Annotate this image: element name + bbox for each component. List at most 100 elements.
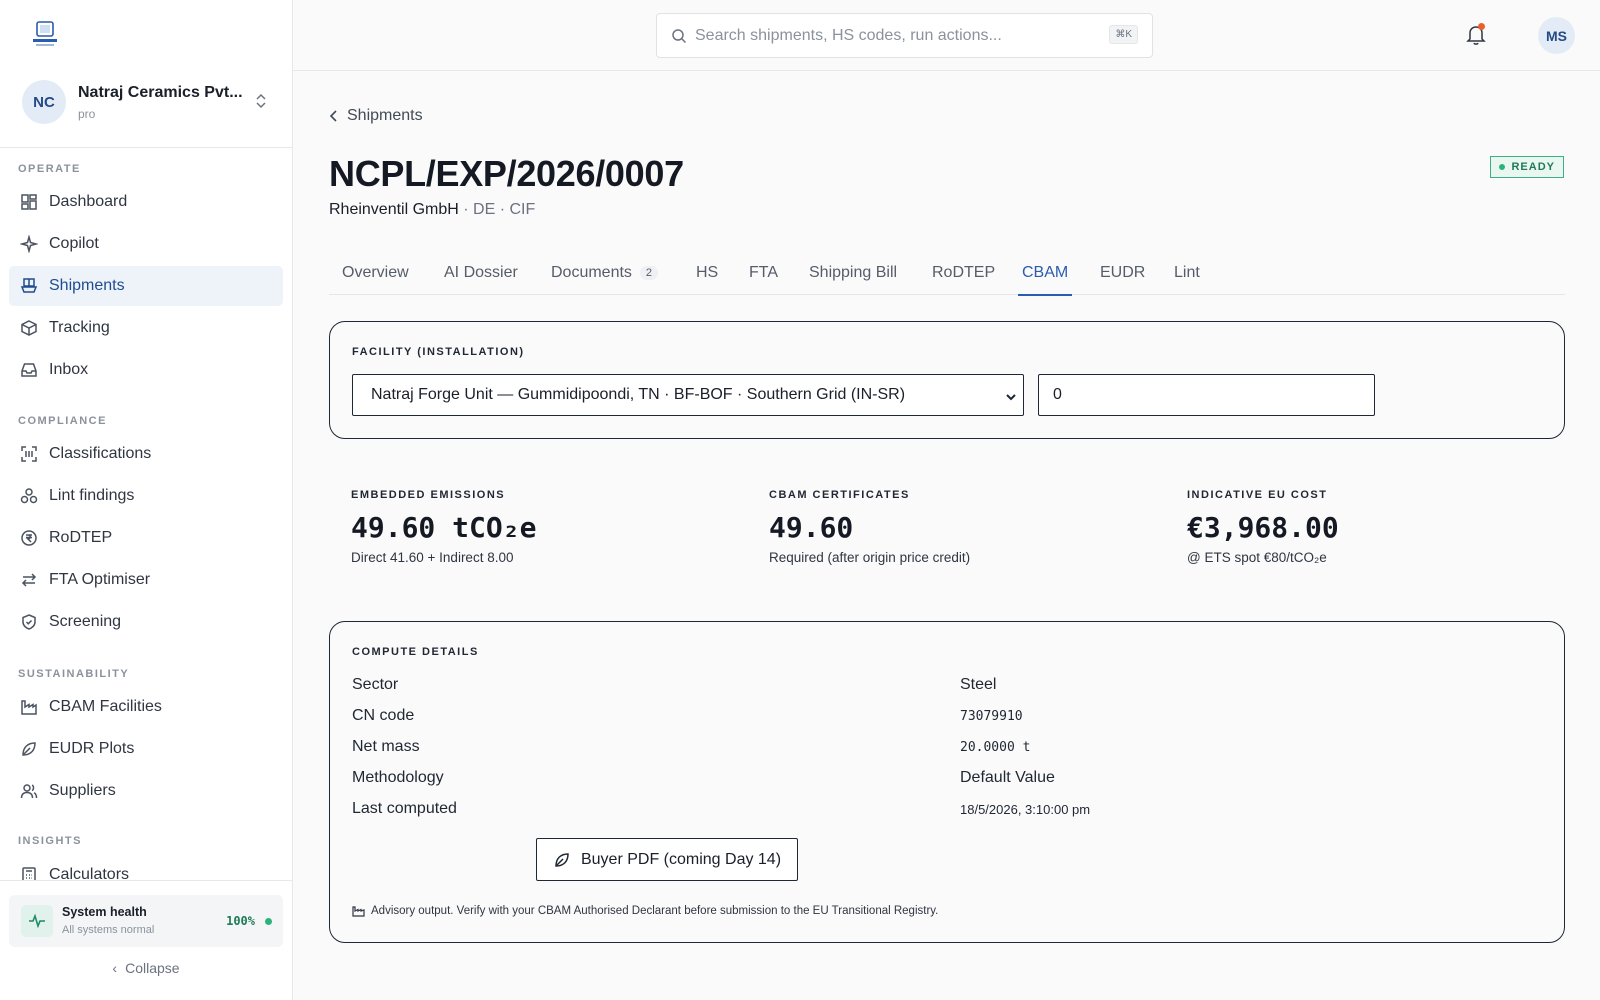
group-label-insights: INSIGHTS [18,835,82,847]
sidebar-item-lint-findings[interactable]: Lint findings [9,476,283,516]
metric-value: 49.60 [769,511,854,544]
sidebar-item-label: Calculators [49,866,130,880]
buyer-pdf-button[interactable]: Buyer PDF (coming Day 14) [536,838,798,881]
search-input[interactable]: Search shipments, HS codes, run actions.… [656,13,1153,58]
org-plan: pro [78,107,96,121]
sidebar-item-tracking[interactable]: Tracking [9,308,283,348]
sidebar-item-label: Classifications [49,445,152,462]
metric-label: INDICATIVE EU COST [1187,489,1328,501]
group-label-compliance: COMPLIANCE [18,415,107,427]
tab-fta[interactable]: FTA [749,251,778,295]
facility-quantity-input[interactable]: 0 [1038,374,1375,416]
org-avatar: NC [22,80,66,124]
sidebar-item-copilot[interactable]: Copilot [9,224,283,264]
calculator-icon [20,866,38,880]
sidebar-item-label: Screening [49,613,122,630]
tab-hs[interactable]: HS [696,251,718,295]
arrows-icon [20,571,38,589]
sidebar-item-calculators[interactable]: Calculators [9,854,283,880]
detail-value: 18/5/2026, 3:10:00 pm [960,802,1091,817]
shipment-meta: · DE · CIF [458,201,536,218]
system-health[interactable]: System health All systems normal 100% [9,895,283,947]
advisory-text: Advisory output. Verify with your CBAM A… [371,905,939,917]
tab-label: Documents [551,264,632,281]
sidebar-item-classifications[interactable]: Classifications [9,434,283,474]
tab-shipping-bill[interactable]: Shipping Bill [809,251,897,295]
collapse-label: Collapse [125,960,180,976]
facility-selected-value: Natraj Forge Unit — Gummidipoondi, TN · … [371,386,906,403]
sidebar-item-cbam-facilities[interactable]: CBAM Facilities [9,687,283,727]
advisory-note: Advisory output. Verify with your CBAM A… [352,905,938,917]
pulse-icon [21,905,53,937]
tab-overview[interactable]: Overview [342,251,409,295]
tab-ai-dossier[interactable]: AI Dossier [444,251,518,295]
sidebar-item-eudr-plots[interactable]: EUDR Plots [9,729,283,769]
compute-details-card: COMPUTE DETAILS Sector Steel CN code 730… [329,621,1565,943]
scan-icon [20,445,38,463]
app-logo[interactable] [30,20,60,48]
metric-subtext: Required (after origin price credit) [769,550,971,565]
chevron-left-icon [329,110,337,122]
search-placeholder: Search shipments, HS codes, run actions.… [695,27,1002,44]
sidebar-item-label: Suppliers [49,782,116,799]
detail-value: 20.0000 t [960,740,1031,755]
tab-eudr[interactable]: EUDR [1100,251,1145,295]
tab-lint[interactable]: Lint [1174,251,1200,295]
tab-cbam[interactable]: CBAM [1017,251,1073,296]
inbox-icon [20,361,38,379]
sidebar-item-label: Copilot [49,235,99,252]
detail-value: 73079910 [960,709,1023,724]
sidebar-item-suppliers[interactable]: Suppliers [9,771,283,811]
factory-icon [20,698,38,716]
sidebar: NC Natraj Ceramics Pvt... pro OPERATE Da… [0,0,293,1000]
metrics-row: EMBEDDED EMISSIONS 49.60 tCO₂e Direct 41… [351,489,1551,589]
facility-label: FACILITY (INSTALLATION) [352,346,525,358]
leaf-icon [20,740,38,758]
detail-value: Steel [960,676,997,693]
group-label-sustainability: SUSTAINABILITY [18,668,130,680]
org-name: Natraj Ceramics Pvt... [78,84,243,101]
facility-select[interactable]: Natraj Forge Unit — Gummidipoondi, TN · … [352,374,1024,416]
sidebar-item-inbox[interactable]: Inbox [9,350,283,390]
sidebar-item-rodtep[interactable]: RoDTEP [9,518,283,558]
metric-subtext: @ ETS spot €80/tCO₂e [1187,550,1327,565]
sidebar-item-label: Tracking [49,319,110,336]
topbar: Search shipments, HS codes, run actions.… [293,0,1600,71]
metric-value: €3,968.00 [1187,511,1339,544]
sparkle-icon [20,235,38,253]
page-subtitle: Rheinventil GmbH · DE · CIF [329,201,535,219]
breadcrumb[interactable]: Shipments [329,107,423,125]
shield-icon [20,613,38,631]
leaf-icon [555,852,569,867]
sidebar-item-fta-optimiser[interactable]: FTA Optimiser [9,560,283,600]
collapse-button[interactable]: ‹ Collapse [0,960,292,976]
detail-key: Sector [352,676,399,693]
tab-documents[interactable]: Documents 2 [551,251,659,295]
currency-icon [20,529,38,547]
notifications-button[interactable] [1466,23,1486,51]
breadcrumb-label: Shipments [347,107,423,124]
metric-subtext: Direct 41.60 + Indirect 8.00 [351,550,514,565]
buyer-pdf-label: Buyer PDF (coming Day 14) [580,850,782,868]
buyer-name: Rheinventil GmbH [329,201,459,218]
tab-rodtep[interactable]: RoDTEP [932,251,995,295]
sidebar-item-label: Dashboard [49,193,128,210]
sidebar-item-label: Shipments [49,277,125,294]
factory-icon [352,906,365,917]
sidebar-item-label: CBAM Facilities [49,698,162,715]
sidebar-item-label: FTA Optimiser [49,571,151,588]
user-avatar[interactable]: MS [1538,17,1575,54]
notification-dot [1478,23,1485,30]
sidebar-item-dashboard[interactable]: Dashboard [9,182,283,222]
org-switcher[interactable]: NC Natraj Ceramics Pvt... pro [22,80,274,126]
tab-count-badge: 2 [639,266,659,280]
facility-card: FACILITY (INSTALLATION) Natraj Forge Uni… [329,321,1565,439]
sidebar-item-label: EUDR Plots [49,740,135,757]
chevron-updown-icon [254,92,268,110]
sidebar-item-label: RoDTEP [49,529,113,546]
detail-key: CN code [352,707,415,724]
ship-icon [20,277,38,295]
sidebar-item-shipments[interactable]: Shipments [9,266,283,306]
sidebar-item-label: Lint findings [49,487,135,504]
sidebar-item-screening[interactable]: Screening [9,602,283,642]
